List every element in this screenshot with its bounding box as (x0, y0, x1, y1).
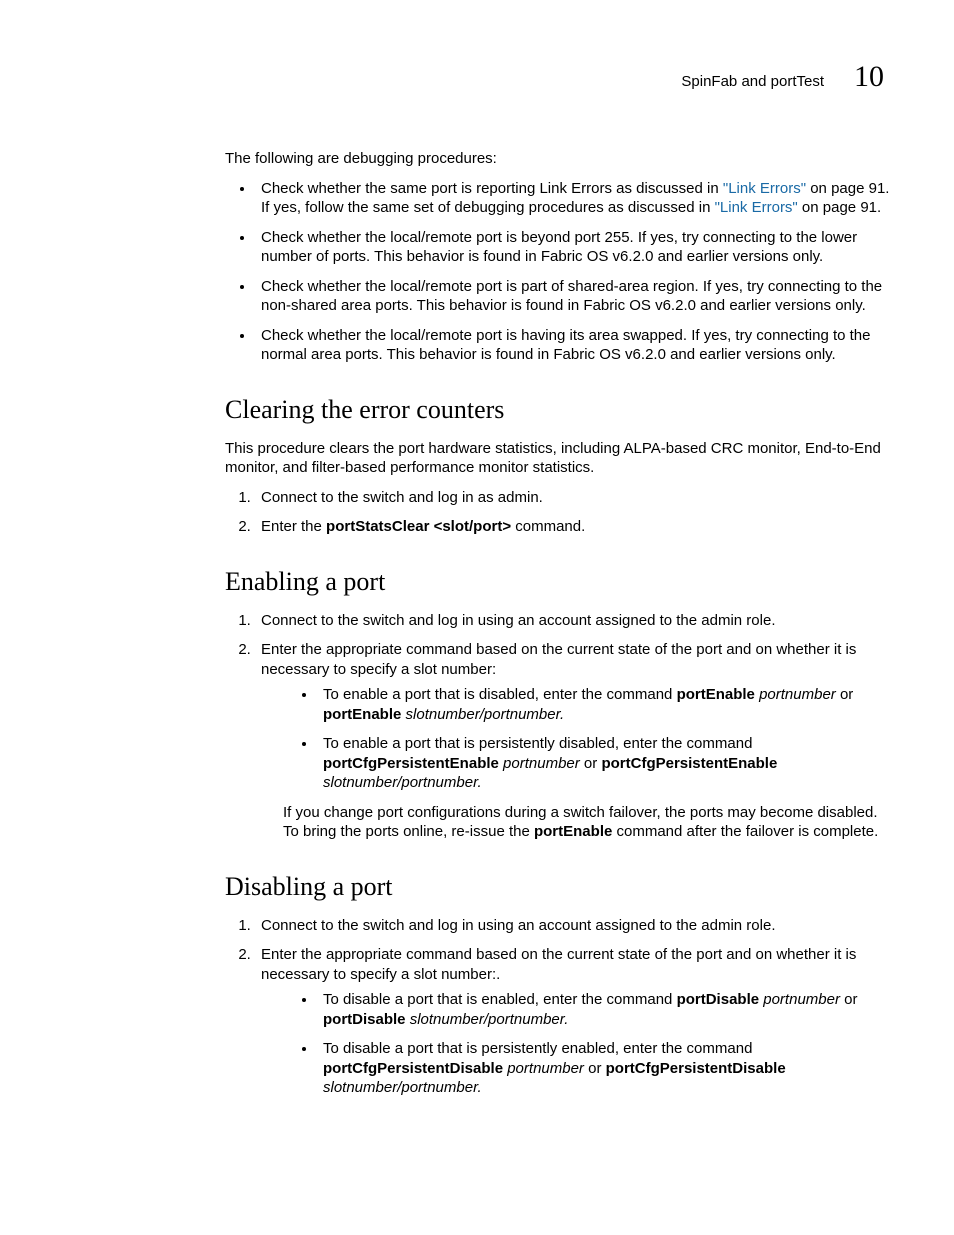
chapter-number: 10 (854, 60, 884, 94)
command-text: portEnable (677, 686, 755, 703)
command-text: portCfgPersistentEnable (323, 755, 499, 772)
command-text: portCfgPersistentEnable (601, 755, 777, 772)
command-text: portDisable (323, 1011, 406, 1028)
debug-bullets: Check whether the same port is reporting… (225, 179, 894, 365)
heading-enabling-port: Enabling a port (225, 567, 894, 597)
text-run: or (584, 1060, 606, 1077)
text-run: or (836, 686, 854, 703)
clearing-steps: Connect to the switch and log in as admi… (225, 488, 894, 537)
param-text: slotnumber/portnumber. (323, 774, 482, 791)
enabling-sub-bullets: To enable a port that is disabled, enter… (261, 685, 894, 793)
param-text: portnumber (759, 686, 836, 703)
text-run: Check whether the same port is reporting… (261, 180, 723, 197)
list-item: Enter the appropriate command based on t… (255, 945, 894, 1098)
param-text: slotnumber/portnumber. (410, 1011, 569, 1028)
command-text: portStatsClear <slot/port> (326, 518, 511, 535)
command-text: portDisable (677, 991, 760, 1008)
enabling-steps: Connect to the switch and log in using a… (225, 611, 894, 842)
disabling-steps: Connect to the switch and log in using a… (225, 916, 894, 1098)
clearing-paragraph: This procedure clears the port hardware … (225, 439, 894, 478)
list-item: Enter the appropriate command based on t… (255, 640, 894, 842)
document-page: SpinFab and portTest 10 The following ar… (0, 0, 954, 1168)
link-errors-link[interactable]: "Link Errors" (723, 180, 806, 197)
list-item: Check whether the local/remote port is h… (255, 326, 894, 365)
page-header: SpinFab and portTest 10 (225, 60, 894, 94)
list-item: To disable a port that is persistently e… (317, 1039, 894, 1098)
text-run: command. (511, 518, 585, 535)
text-run: or (840, 991, 858, 1008)
disabling-sub-bullets: To disable a port that is enabled, enter… (261, 990, 894, 1098)
list-item: To enable a port that is disabled, enter… (317, 685, 894, 724)
param-text: slotnumber/portnumber. (406, 706, 565, 723)
param-text: portnumber (763, 991, 840, 1008)
list-item: To disable a port that is enabled, enter… (317, 990, 894, 1029)
heading-disabling-port: Disabling a port (225, 872, 894, 902)
command-text: portCfgPersistentDisable (606, 1060, 786, 1077)
command-text: portEnable (323, 706, 401, 723)
list-item: Check whether the local/remote port is p… (255, 277, 894, 316)
text-run: Enter the appropriate command based on t… (261, 641, 856, 678)
text-run: To disable a port that is persistently e… (323, 1040, 752, 1057)
text-run: on page 91. (798, 199, 881, 216)
text-run: Enter the appropriate command based on t… (261, 946, 856, 983)
text-run: To disable a port that is enabled, enter… (323, 991, 677, 1008)
list-item: Check whether the local/remote port is b… (255, 228, 894, 267)
list-item: Connect to the switch and log in using a… (255, 611, 894, 631)
text-run: To enable a port that is disabled, enter… (323, 686, 677, 703)
enabling-note: If you change port configurations during… (283, 803, 894, 842)
command-text: portEnable (534, 823, 612, 840)
link-errors-link[interactable]: "Link Errors" (715, 199, 798, 216)
list-item: Enter the portStatsClear <slot/port> com… (255, 517, 894, 537)
list-item: Connect to the switch and log in using a… (255, 916, 894, 936)
command-text: portCfgPersistentDisable (323, 1060, 503, 1077)
text-run: command after the failover is complete. (612, 823, 878, 840)
text-run: Enter the (261, 518, 326, 535)
param-text: portnumber (503, 755, 580, 772)
text-run: To enable a port that is persistently di… (323, 735, 752, 752)
param-text: portnumber (507, 1060, 584, 1077)
list-item: To enable a port that is persistently di… (317, 734, 894, 793)
text-run: or (580, 755, 602, 772)
param-text: slotnumber/portnumber. (323, 1079, 482, 1096)
list-item: Check whether the same port is reporting… (255, 179, 894, 218)
intro-paragraph: The following are debugging procedures: (225, 149, 894, 169)
heading-clearing-error-counters: Clearing the error counters (225, 395, 894, 425)
list-item: Connect to the switch and log in as admi… (255, 488, 894, 508)
header-title: SpinFab and portTest (681, 73, 824, 90)
